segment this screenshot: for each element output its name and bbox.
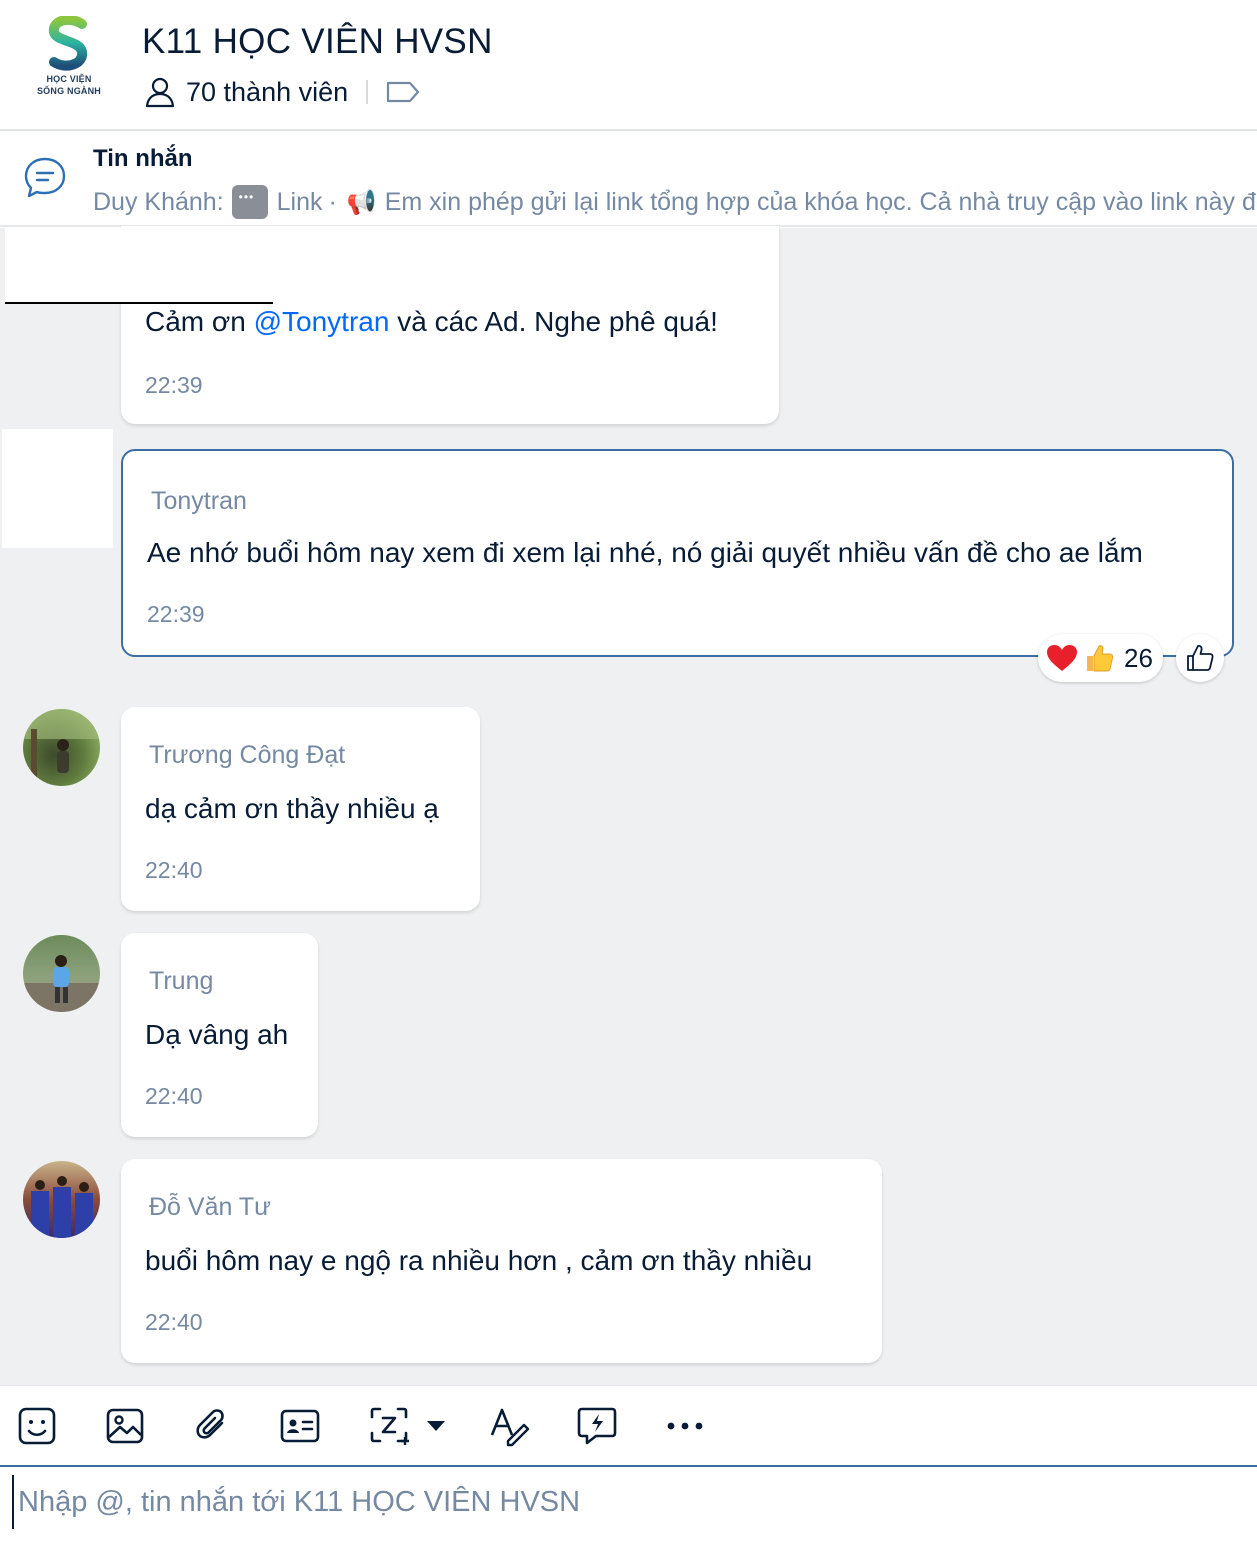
redacted-avatar <box>2 429 113 548</box>
reaction-count: 26 <box>1124 642 1153 673</box>
attachment-icon <box>196 1409 224 1439</box>
message-time: 22:39 <box>147 601 205 627</box>
redacted-area <box>5 228 273 304</box>
message-input[interactable] <box>12 1475 1242 1529</box>
like-button[interactable] <box>1176 634 1224 682</box>
logo-text-line1: HỌC VIỆN <box>46 74 92 84</box>
sender-name[interactable]: Tonytran <box>151 487 247 516</box>
message-icon <box>24 157 66 198</box>
mention-link[interactable]: @Tonytran <box>254 306 390 337</box>
contact-card-button[interactable] <box>278 1404 322 1448</box>
member-count[interactable]: 70 thành viên <box>144 74 420 110</box>
pinned-preview: Duy Khánh: Link · 📢 Em xin phép gửi lại … <box>93 185 1257 219</box>
message-text-part: Cảm ơn <box>145 306 254 337</box>
group-avatar[interactable]: HỌC VIỆN SỐNG NGÀNH <box>22 14 116 108</box>
quick-message-button[interactable] <box>575 1404 619 1448</box>
caret-down-icon <box>427 1421 445 1431</box>
pinned-link-label: Link <box>276 187 323 216</box>
screenshot-icon <box>370 1407 409 1445</box>
image-button[interactable] <box>103 1404 147 1448</box>
text-format-button[interactable] <box>487 1404 531 1448</box>
logo-text-line2: SỐNG NGÀNH <box>36 86 101 96</box>
thumbs-up-emoji-icon <box>1087 645 1114 672</box>
message-composer <box>0 1465 1257 1545</box>
sticker-button[interactable] <box>15 1404 59 1448</box>
avatar-photo-icon <box>31 1176 93 1238</box>
message-time: 22:40 <box>145 1083 203 1109</box>
text-format-icon <box>490 1408 530 1447</box>
pinned-sender: Duy Khánh: <box>93 187 224 216</box>
member-count-label: 70 thành viên <box>186 76 349 107</box>
pinned-preview-text: Em xin phép gửi lại link tổng hợp của kh… <box>384 187 1257 216</box>
message-text-part: và các Ad. Nghe phê quá! <box>389 306 718 337</box>
person-icon <box>145 77 175 108</box>
screenshot-button[interactable] <box>367 1404 411 1448</box>
message-text: buổi hôm nay e ngộ ra nhiều hơn , cảm ơn… <box>145 1245 813 1276</box>
pinned-title: Tin nhắn <box>93 145 193 172</box>
contact-card-icon <box>280 1409 320 1443</box>
message-time: 22:40 <box>145 857 203 883</box>
sender-name[interactable]: Đỗ Văn Tư <box>149 1193 271 1222</box>
message-bubble[interactable]: Trương Công Đạt dạ cảm ơn thầy nhiều ạ 2… <box>121 707 480 911</box>
image-icon <box>106 1408 144 1444</box>
message-time: 22:39 <box>145 372 203 398</box>
sender-name[interactable]: Trung <box>149 967 213 996</box>
link-chip-icon <box>231 185 268 219</box>
group-title[interactable]: K11 HỌC VIÊN HVSN <box>142 22 493 62</box>
quick-message-icon <box>577 1407 617 1445</box>
message-text: dạ cảm ơn thầy nhiều ạ <box>145 793 439 824</box>
avatar-photo-icon <box>23 709 100 779</box>
message-time: 22:40 <box>145 1309 203 1335</box>
thumbs-up-icon <box>1187 645 1214 671</box>
chat-header: HỌC VIỆN SỐNG NGÀNH K11 HỌC VIÊN HVSN 70… <box>0 0 1257 131</box>
more-icon <box>667 1422 703 1430</box>
avatar[interactable] <box>23 709 100 786</box>
screenshot-dropdown[interactable] <box>416 1404 456 1448</box>
sender-name[interactable]: Trương Công Đạt <box>149 741 345 770</box>
tag-icon[interactable] <box>386 80 420 104</box>
attach-button[interactable] <box>190 1404 234 1448</box>
sticker-icon <box>18 1407 56 1445</box>
avatar[interactable] <box>23 1161 100 1238</box>
pinned-dot: · <box>328 187 337 216</box>
message-bubble[interactable]: Đỗ Văn Tư buổi hôm nay e ngộ ra nhiều hơ… <box>121 1159 882 1363</box>
message-bubble[interactable]: Trung Dạ vâng ah 22:40 <box>121 933 318 1137</box>
message-list[interactable]: Cảm ơn @Tonytran và các Ad. Nghe phê quá… <box>0 226 1257 1385</box>
message-text: Dạ vâng ah <box>145 1019 289 1050</box>
avatar[interactable] <box>23 935 100 1012</box>
heart-icon <box>1047 645 1077 671</box>
message-bubble-highlighted[interactable]: Tonytran Ae nhớ buổi hôm nay xem đi xem … <box>121 449 1234 657</box>
more-button[interactable] <box>663 1404 707 1448</box>
message-text: Cảm ơn @Tonytran và các Ad. Nghe phê quá… <box>145 306 718 338</box>
divider <box>366 80 369 104</box>
message-text: Ae nhớ buổi hôm nay xem đi xem lại nhé, … <box>147 537 1143 568</box>
pinned-message-bar[interactable]: Tin nhắn Duy Khánh: Link · 📢 Em xin phép… <box>0 133 1257 227</box>
avatar-photo-icon <box>23 955 100 1012</box>
composer-toolbar <box>0 1385 1257 1467</box>
megaphone-icon: 📢 <box>346 188 377 216</box>
reaction-summary[interactable]: 26 <box>1038 634 1163 682</box>
logo-s-icon <box>48 16 88 71</box>
